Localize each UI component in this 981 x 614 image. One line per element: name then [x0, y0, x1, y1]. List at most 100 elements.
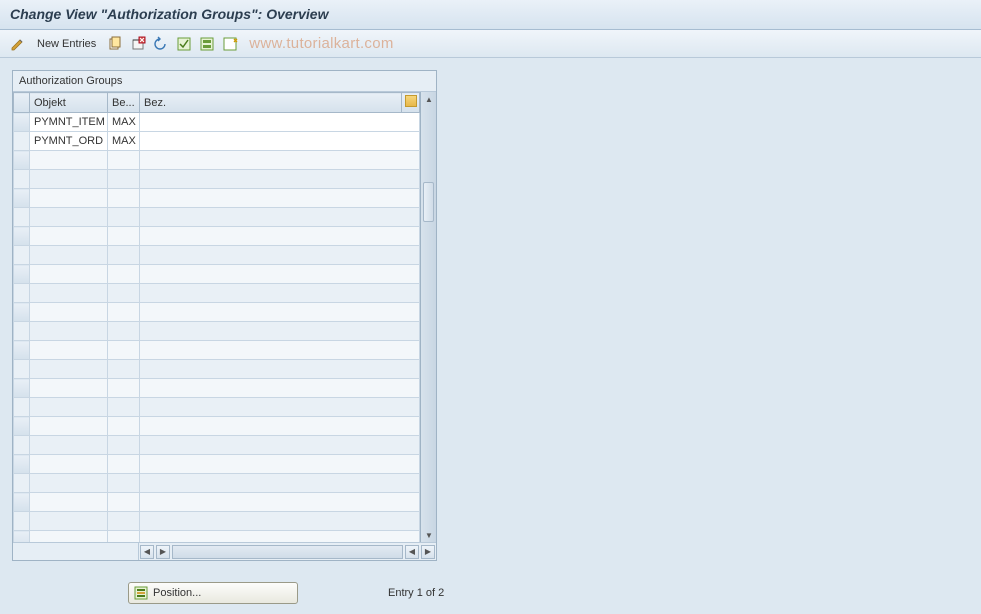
cell-objekt[interactable]: [30, 265, 108, 284]
cell-bez[interactable]: [140, 436, 420, 455]
table-row[interactable]: [14, 303, 420, 322]
cell-be[interactable]: [108, 303, 140, 322]
cell-bez[interactable]: [140, 265, 420, 284]
row-selector[interactable]: [14, 531, 30, 543]
cell-be[interactable]: [108, 531, 140, 543]
table-row[interactable]: [14, 265, 420, 284]
hscroll-right2-icon[interactable]: ▶: [421, 545, 435, 559]
cell-objekt[interactable]: [30, 398, 108, 417]
cell-be[interactable]: MAX: [108, 113, 140, 132]
cell-be[interactable]: [108, 322, 140, 341]
select-block-icon[interactable]: [197, 34, 217, 54]
cell-be[interactable]: MAX: [108, 132, 140, 151]
cell-bez[interactable]: [140, 398, 420, 417]
col-objekt[interactable]: Objekt: [30, 93, 108, 113]
table-row[interactable]: [14, 151, 420, 170]
cell-objekt[interactable]: [30, 531, 108, 543]
table-row[interactable]: [14, 208, 420, 227]
change-icon[interactable]: [8, 34, 28, 54]
row-selector[interactable]: [14, 474, 30, 493]
cell-bez[interactable]: [140, 341, 420, 360]
undo-icon[interactable]: [151, 34, 171, 54]
cell-objekt[interactable]: [30, 417, 108, 436]
table-row[interactable]: [14, 360, 420, 379]
cell-be[interactable]: [108, 474, 140, 493]
cell-bez[interactable]: [140, 493, 420, 512]
hscroll-left2-icon[interactable]: ◀: [405, 545, 419, 559]
table-row[interactable]: PYMNT_ORDMAX: [14, 132, 420, 151]
row-selector[interactable]: [14, 512, 30, 531]
position-button[interactable]: Position...: [128, 582, 298, 604]
table-row[interactable]: [14, 189, 420, 208]
cell-be[interactable]: [108, 246, 140, 265]
row-selector[interactable]: [14, 284, 30, 303]
table-row[interactable]: [14, 322, 420, 341]
cell-bez[interactable]: [140, 303, 420, 322]
col-selector[interactable]: [14, 93, 30, 113]
scroll-thumb[interactable]: [423, 182, 434, 222]
cell-objekt[interactable]: [30, 512, 108, 531]
cell-bez[interactable]: [140, 227, 420, 246]
hscroll-right-icon[interactable]: ▶: [156, 545, 170, 559]
delete-icon[interactable]: [128, 34, 148, 54]
cell-objekt[interactable]: [30, 246, 108, 265]
row-selector[interactable]: [14, 208, 30, 227]
cell-be[interactable]: [108, 265, 140, 284]
cell-bez[interactable]: [140, 474, 420, 493]
cell-objekt[interactable]: PYMNT_ITEM: [30, 113, 108, 132]
table-row[interactable]: [14, 246, 420, 265]
cell-be[interactable]: [108, 512, 140, 531]
table-row[interactable]: [14, 531, 420, 543]
row-selector[interactable]: [14, 170, 30, 189]
table-row[interactable]: [14, 227, 420, 246]
cell-be[interactable]: [108, 170, 140, 189]
cell-bez[interactable]: [140, 455, 420, 474]
col-bez[interactable]: Bez.: [140, 93, 402, 113]
table-row[interactable]: [14, 455, 420, 474]
cell-bez[interactable]: [140, 113, 420, 132]
cell-bez[interactable]: [140, 531, 420, 543]
row-selector[interactable]: [14, 436, 30, 455]
cell-be[interactable]: [108, 151, 140, 170]
scroll-down-icon[interactable]: ▼: [421, 528, 437, 542]
cell-objekt[interactable]: [30, 208, 108, 227]
cell-bez[interactable]: [140, 512, 420, 531]
cell-bez[interactable]: [140, 322, 420, 341]
row-selector[interactable]: [14, 493, 30, 512]
hscroll-left-icon[interactable]: ◀: [140, 545, 154, 559]
deselect-all-icon[interactable]: [220, 34, 240, 54]
row-selector[interactable]: [14, 398, 30, 417]
cell-bez[interactable]: [140, 151, 420, 170]
hscroll-track[interactable]: [172, 545, 403, 559]
table-row[interactable]: [14, 398, 420, 417]
cell-objekt[interactable]: [30, 322, 108, 341]
cell-be[interactable]: [108, 341, 140, 360]
new-entries-button[interactable]: New Entries: [31, 36, 102, 52]
cell-objekt[interactable]: [30, 227, 108, 246]
row-selector[interactable]: [14, 360, 30, 379]
row-selector[interactable]: [14, 341, 30, 360]
cell-objekt[interactable]: [30, 474, 108, 493]
cell-objekt[interactable]: [30, 303, 108, 322]
table-row[interactable]: [14, 379, 420, 398]
cell-objekt[interactable]: [30, 455, 108, 474]
cell-bez[interactable]: [140, 284, 420, 303]
row-selector[interactable]: [14, 322, 30, 341]
cell-bez[interactable]: [140, 360, 420, 379]
cell-be[interactable]: [108, 493, 140, 512]
row-selector[interactable]: [14, 417, 30, 436]
table-row[interactable]: [14, 341, 420, 360]
cell-be[interactable]: [108, 379, 140, 398]
cell-be[interactable]: [108, 455, 140, 474]
table-row[interactable]: [14, 493, 420, 512]
cell-bez[interactable]: [140, 132, 420, 151]
cell-objekt[interactable]: [30, 341, 108, 360]
cell-be[interactable]: [108, 227, 140, 246]
cell-objekt[interactable]: PYMNT_ORD: [30, 132, 108, 151]
cell-be[interactable]: [108, 417, 140, 436]
cell-be[interactable]: [108, 284, 140, 303]
cell-objekt[interactable]: [30, 493, 108, 512]
cell-objekt[interactable]: [30, 360, 108, 379]
cell-be[interactable]: [108, 398, 140, 417]
cell-be[interactable]: [108, 208, 140, 227]
